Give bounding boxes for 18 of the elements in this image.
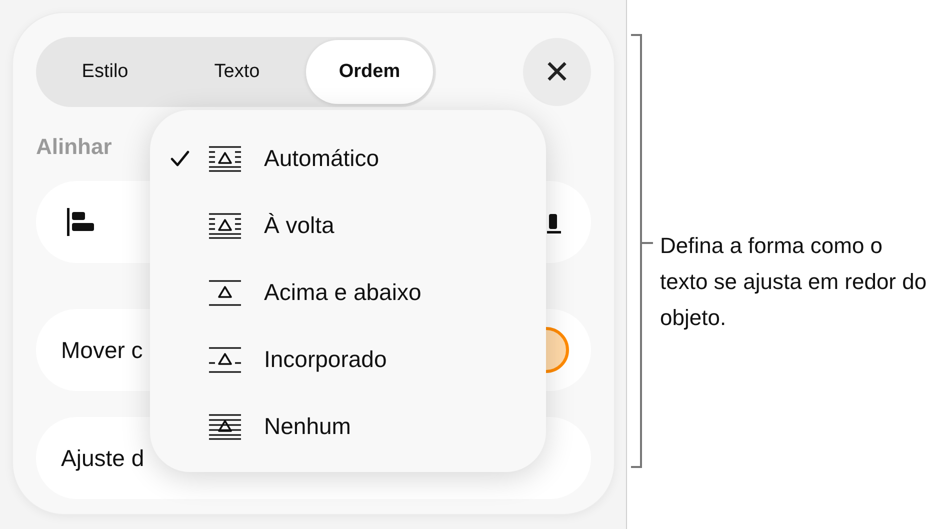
menu-item[interactable]: À volta [150, 192, 546, 259]
option-label: Mover c [61, 336, 143, 364]
close-button[interactable]: ✕ [523, 38, 591, 106]
wrap-inline-icon [208, 346, 242, 374]
menu-item[interactable]: Incorporado [150, 326, 546, 393]
tab[interactable]: Ordem [306, 40, 433, 104]
wrap-above-below-icon [208, 278, 242, 306]
wrap-auto-icon [208, 144, 242, 172]
tab[interactable]: Estilo [39, 40, 171, 104]
callout-text: Defina a forma como o texto se ajusta em redor do objeto. [660, 232, 928, 332]
option-label: Ajuste d [61, 444, 144, 472]
wrap-none-icon [208, 412, 242, 440]
menu-item[interactable]: Automático [150, 125, 546, 192]
menu-item[interactable]: Nenhum [150, 393, 546, 460]
tab[interactable]: Texto [171, 40, 303, 104]
section-label: Alinhar [36, 133, 112, 161]
wrap-around-icon [208, 212, 242, 240]
menu-item[interactable]: Acima e abaixo [150, 259, 546, 326]
